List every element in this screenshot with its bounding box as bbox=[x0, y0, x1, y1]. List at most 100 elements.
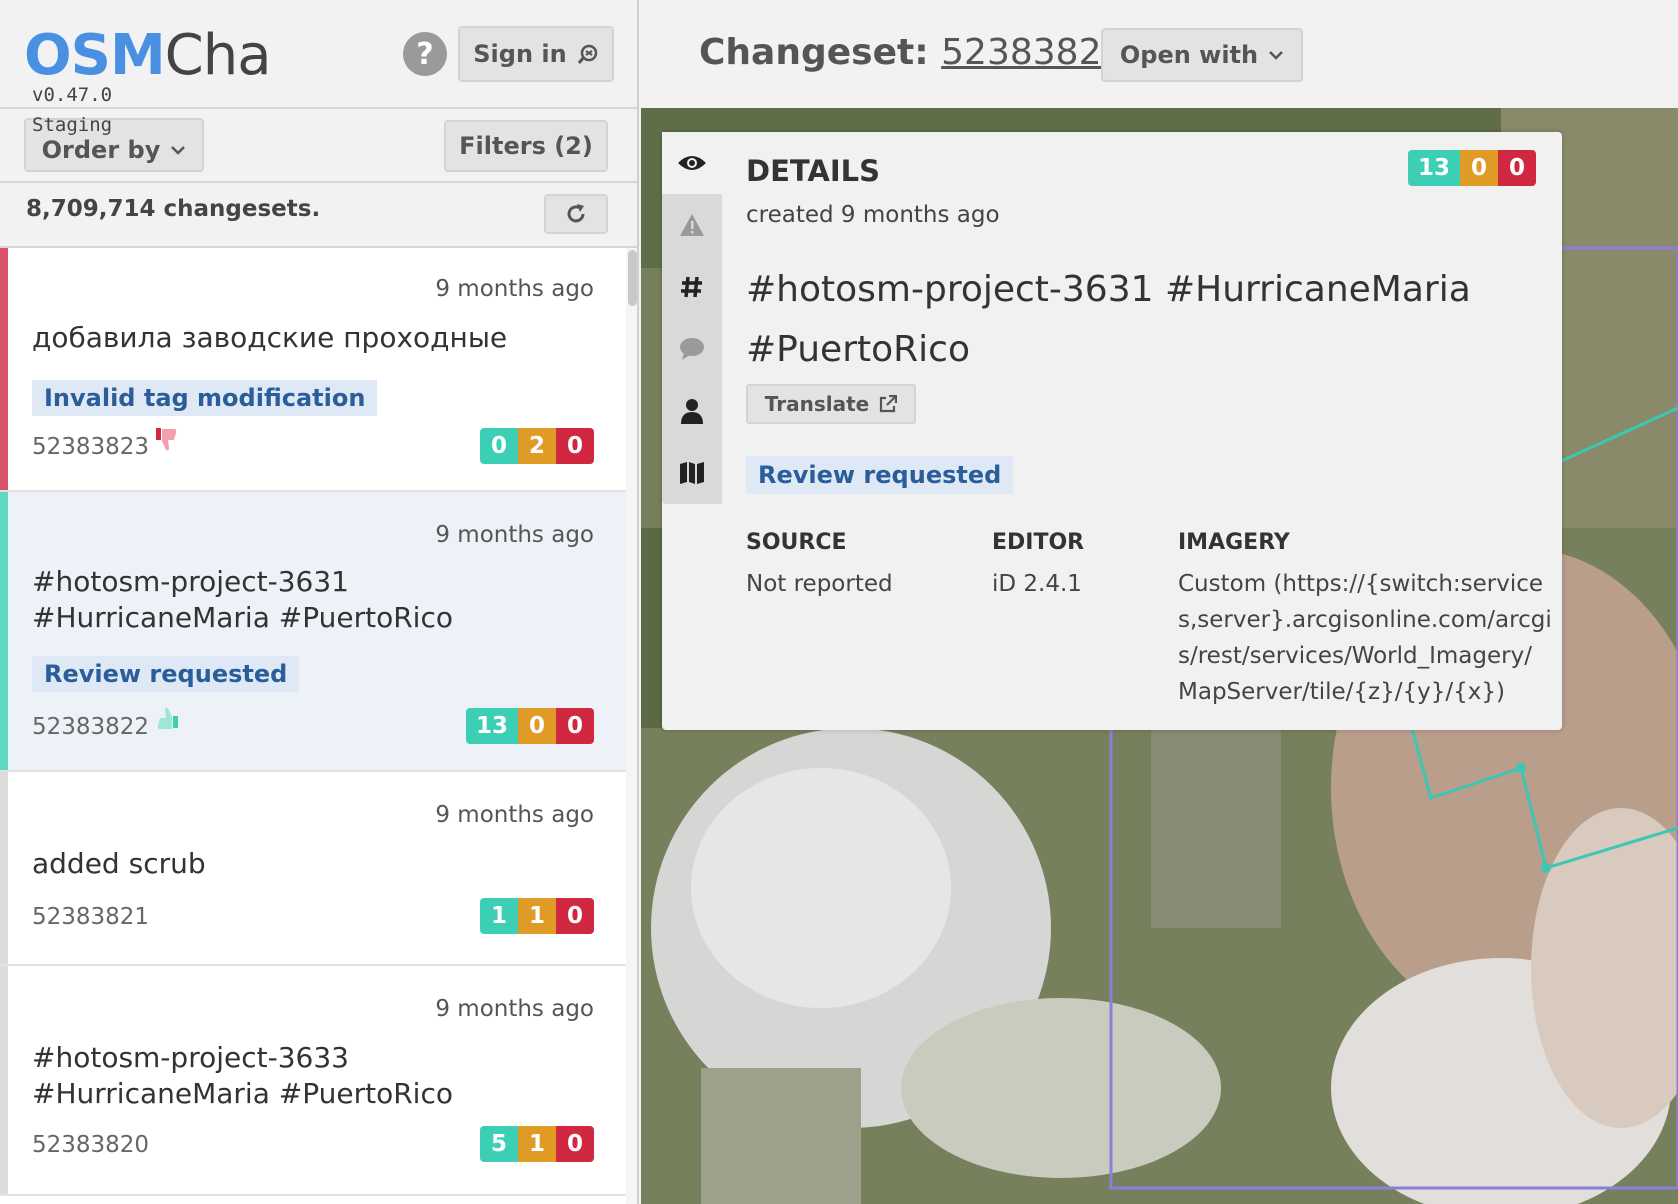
eye-icon bbox=[678, 156, 706, 170]
changeset-time: 9 months ago bbox=[435, 802, 594, 828]
sign-in-button[interactable]: Sign in bbox=[458, 26, 614, 82]
status-bar bbox=[0, 966, 8, 1194]
changeset-id: 52383823 bbox=[32, 434, 150, 460]
changeset-title: #hotosm-project-3631 #HurricaneMaria #Pu… bbox=[32, 565, 453, 634]
main-header: Changeset: 52383822 Open with bbox=[641, 0, 1678, 108]
status-bar bbox=[0, 772, 8, 964]
map-icon bbox=[680, 462, 704, 484]
tab-details[interactable] bbox=[662, 132, 722, 194]
panel-tabs bbox=[662, 132, 722, 504]
review-requested-tag: Review requested bbox=[746, 456, 1014, 494]
filters-button[interactable]: Filters (2) bbox=[444, 120, 608, 172]
comment-icon bbox=[680, 338, 704, 360]
count-modified: 0 bbox=[518, 708, 556, 744]
chevron-down-icon bbox=[171, 146, 186, 155]
changeset-heading-label: Changeset: bbox=[699, 32, 929, 73]
status-bar bbox=[0, 492, 8, 770]
changeset-heading: Changeset: 52383822 bbox=[699, 32, 1124, 73]
tab-flags[interactable] bbox=[662, 194, 722, 256]
imagery-line: s,server}.arcgisonline.com/arcgi bbox=[1178, 607, 1552, 633]
chevron-down-icon bbox=[1269, 51, 1284, 60]
count-added: 0 bbox=[480, 428, 518, 464]
change-counts: 110 bbox=[480, 898, 594, 934]
created-time: created 9 months ago bbox=[746, 202, 1000, 228]
count-modified: 1 bbox=[518, 898, 556, 934]
app-logo[interactable]: OSMCha bbox=[24, 20, 272, 92]
osm-logo-icon bbox=[577, 44, 597, 64]
change-counts: 020 bbox=[480, 428, 594, 464]
changeset-time: 9 months ago bbox=[435, 522, 594, 548]
details-panel: DETAILS 13 0 0 created 9 months ago #hotos… bbox=[662, 132, 1562, 730]
changeset-item-selected[interactable]: 9 months ago #hotosm-project-3631 #Hurri… bbox=[0, 492, 626, 772]
imagery-line: MapServer/tile/{z}/{y}/{x}) bbox=[1178, 679, 1505, 705]
editor-label: EDITOR bbox=[992, 530, 1085, 555]
source-value: Not reported bbox=[746, 571, 893, 597]
scrollbar-thumb[interactable] bbox=[628, 250, 637, 306]
tab-hashtags[interactable] bbox=[662, 256, 722, 318]
translate-label: Translate bbox=[764, 392, 870, 416]
open-with-dropdown[interactable]: Open with bbox=[1101, 28, 1303, 82]
changeset-list: 9 months ago добавила заводские проходны… bbox=[0, 248, 626, 1204]
count-deleted: 0 bbox=[1498, 150, 1537, 186]
help-button[interactable]: ? bbox=[403, 32, 447, 76]
editor-value: iD 2.4.1 bbox=[992, 571, 1082, 597]
changeset-title: #hotosm-project-3633 #HurricaneMaria #Pu… bbox=[32, 1041, 453, 1110]
imagery-line: Custom (https://{switch:service bbox=[1178, 571, 1544, 597]
tab-discussions[interactable] bbox=[662, 318, 722, 380]
tab-user[interactable] bbox=[662, 380, 722, 442]
divider bbox=[0, 107, 637, 109]
changeset-comment: #hotosm-project-3631 #HurricaneMaria #Pu… bbox=[746, 260, 1506, 380]
count-deleted: 0 bbox=[556, 1126, 594, 1162]
changeset-item[interactable]: 9 months ago #hotosm-project-3633 #Hurri… bbox=[0, 966, 626, 1196]
imagery-label: IMAGERY bbox=[1178, 530, 1290, 555]
warning-icon bbox=[680, 214, 704, 236]
changeset-item[interactable]: 9 months ago added scrub 52383821 110 bbox=[0, 772, 626, 966]
count-modified: 2 bbox=[518, 428, 556, 464]
sidebar: OSMCha v0.47.0 Staging ? Sign in Order b… bbox=[0, 0, 639, 1204]
tab-map[interactable] bbox=[662, 442, 722, 504]
refresh-button[interactable] bbox=[544, 194, 608, 234]
logo-cha: Cha bbox=[164, 23, 272, 88]
imagery-line: s/rest/services/World_Imagery/ bbox=[1178, 643, 1532, 669]
changeset-tag: Invalid tag modification bbox=[32, 380, 378, 416]
changeset-id: 52383821 bbox=[32, 904, 150, 930]
details-heading: DETAILS bbox=[746, 154, 881, 188]
changeset-title: добавила заводские проходные bbox=[32, 321, 508, 354]
count-deleted: 0 bbox=[556, 898, 594, 934]
changeset-title: added scrub bbox=[32, 847, 206, 880]
filters-label: Filters (2) bbox=[459, 132, 593, 160]
logo-osm: OSM bbox=[24, 23, 166, 88]
count-deleted: 0 bbox=[556, 428, 594, 464]
changeset-item[interactable]: 9 months ago добавила заводские проходны… bbox=[0, 248, 626, 492]
refresh-icon bbox=[567, 204, 585, 223]
user-icon bbox=[681, 399, 703, 424]
thumbs-up-icon bbox=[155, 706, 179, 735]
divider bbox=[0, 181, 637, 183]
order-by-label: Order by bbox=[41, 136, 161, 164]
count-added: 13 bbox=[1408, 150, 1461, 186]
translate-button[interactable]: Translate bbox=[746, 384, 916, 424]
details-change-counts: 13 0 0 bbox=[1408, 150, 1537, 186]
changeset-link[interactable]: 52383822 bbox=[941, 32, 1124, 73]
external-link-icon bbox=[880, 395, 898, 413]
list-scrollbar[interactable] bbox=[626, 248, 637, 1204]
source-label: SOURCE bbox=[746, 530, 847, 555]
count-deleted: 0 bbox=[556, 708, 594, 744]
changeset-time: 9 months ago bbox=[435, 996, 594, 1022]
count-added: 13 bbox=[465, 708, 518, 744]
count-added: 1 bbox=[480, 898, 518, 934]
environment-label: Staging bbox=[32, 114, 113, 136]
changeset-id: 52383822 bbox=[32, 714, 150, 740]
changeset-count: 8,709,714 changesets. bbox=[26, 196, 321, 222]
sign-in-label: Sign in bbox=[473, 40, 567, 68]
changeset-tag: Review requested bbox=[32, 656, 300, 692]
count-modified: 0 bbox=[1460, 150, 1499, 186]
change-counts: 510 bbox=[480, 1126, 594, 1162]
comment-line: #PuertoRico bbox=[746, 329, 970, 370]
count-added: 5 bbox=[480, 1126, 518, 1162]
version-label: v0.47.0 bbox=[32, 84, 113, 106]
count-modified: 1 bbox=[518, 1126, 556, 1162]
change-counts: 13 0 0 bbox=[465, 708, 594, 744]
imagery-value: Custom (https://{switch:service s,server… bbox=[1178, 566, 1552, 710]
thumbs-down-icon bbox=[155, 428, 179, 457]
